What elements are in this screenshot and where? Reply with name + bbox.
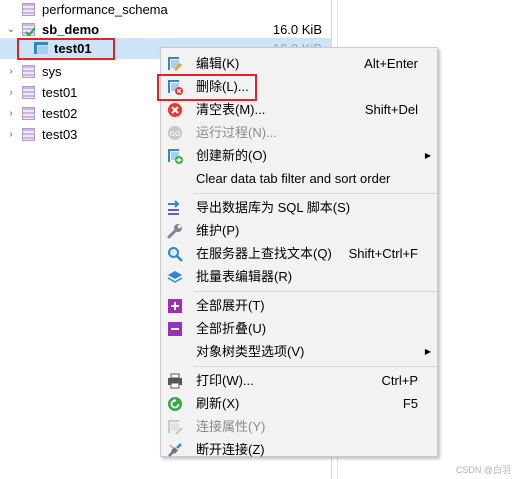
submenu-arrow-icon: ▶: [424, 151, 431, 160]
database-icon: [22, 86, 35, 99]
refresh-icon: [168, 397, 182, 411]
clear-icon: [168, 103, 182, 117]
menu-item-batch-table-editor[interactable]: 批量表编辑器(R): [162, 265, 436, 288]
database-icon: [22, 23, 36, 37]
chevron-right-icon[interactable]: ›: [6, 61, 16, 82]
menu-separator: [193, 366, 437, 367]
menu-item-expand-all[interactable]: 全部展开(T): [162, 294, 436, 317]
database-icon: [22, 107, 35, 120]
menu-separator: [193, 291, 437, 292]
chevron-right-icon[interactable]: ›: [6, 124, 16, 145]
disconnect-icon: [168, 443, 182, 457]
collapse-icon: [168, 322, 182, 336]
menu-separator: [193, 193, 437, 194]
database-icon: [22, 65, 35, 78]
create-icon: [168, 149, 183, 164]
menu-item-clear-table[interactable]: 清空表(M)... Shift+Del: [162, 98, 436, 121]
wrench-icon: [167, 224, 182, 239]
menu-item-disconnect[interactable]: 断开连接(Z): [162, 438, 436, 461]
database-icon: [22, 128, 35, 141]
tree-item-performance-schema[interactable]: performance_schema: [0, 0, 331, 20]
menu-item-export-sql[interactable]: 导出数据库为 SQL 脚本(S): [162, 196, 436, 219]
chevron-down-icon[interactable]: ⌄: [6, 19, 16, 40]
run-icon: GO: [168, 126, 182, 140]
menu-item-refresh[interactable]: 刷新(X) F5: [162, 392, 436, 415]
menu-item-connection-properties[interactable]: 连接属性(Y): [162, 415, 436, 438]
database-icon: [22, 3, 35, 16]
menu-item-find-text-on-server[interactable]: 在服务器上查找文本(Q) Shift+Ctrl+F: [162, 242, 436, 265]
expand-icon: [168, 299, 182, 313]
highlight-box-delete: [157, 74, 257, 101]
menu-item-print[interactable]: 打印(W)... Ctrl+P: [162, 369, 436, 392]
printer-icon: [168, 373, 182, 389]
check-icon: [25, 27, 36, 37]
chevron-right-icon[interactable]: ›: [6, 82, 16, 103]
menu-item-clear-data-tab-filter[interactable]: Clear data tab filter and sort order: [162, 167, 436, 190]
menu-item-collapse-all[interactable]: 全部折叠(U): [162, 317, 436, 340]
watermark: CSDN @白羽: [455, 465, 511, 475]
menu-item-run-procedure[interactable]: GO 运行过程(N)...: [162, 121, 436, 144]
edit-icon: [168, 57, 182, 71]
layers-icon: [167, 271, 183, 283]
highlight-box-table: [17, 38, 115, 60]
export-icon: [168, 200, 180, 215]
chevron-right-icon[interactable]: ›: [6, 103, 16, 124]
menu-item-object-tree-type-options[interactable]: 对象树类型选项(V) ▶: [162, 340, 436, 363]
menu-item-edit[interactable]: 编辑(K) Alt+Enter: [162, 52, 436, 75]
menu-item-create-new[interactable]: 创建新的(O) ▶: [162, 144, 436, 167]
submenu-arrow-icon: ▶: [424, 347, 431, 356]
context-menu: 编辑(K) Alt+Enter 删除(L)... 清空表(M)... Shift…: [157, 47, 438, 457]
search-icon: [168, 247, 183, 262]
menu-item-maintenance[interactable]: 维护(P): [162, 219, 436, 242]
tree-item-sb-demo[interactable]: ⌄ sb_demo 16.0 KiB: [0, 19, 331, 40]
svg-text:GO: GO: [170, 130, 181, 138]
properties-icon: [168, 420, 183, 435]
